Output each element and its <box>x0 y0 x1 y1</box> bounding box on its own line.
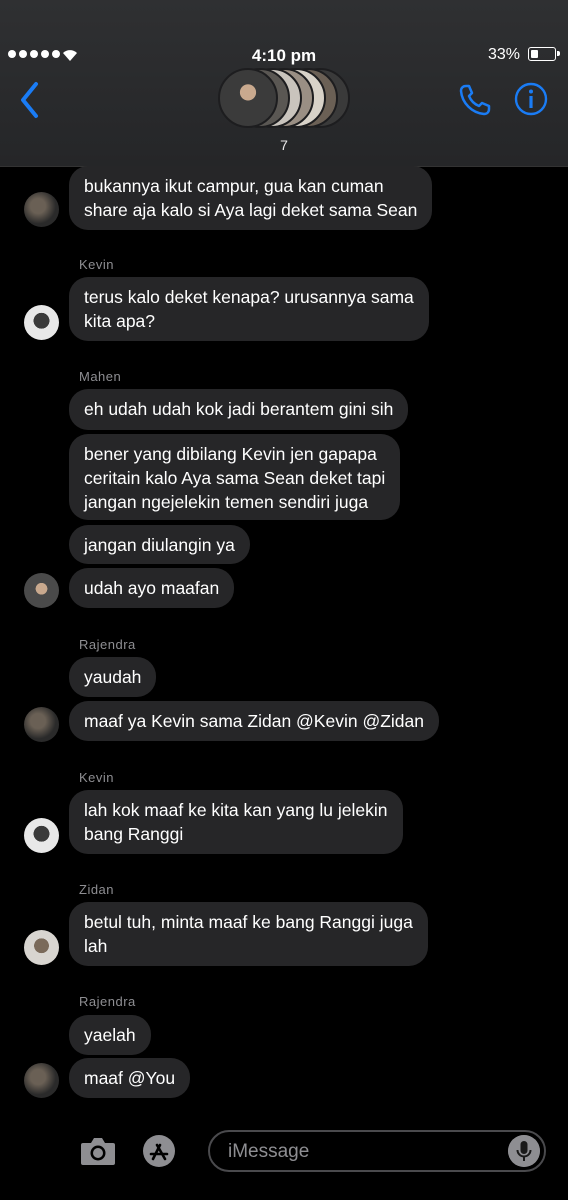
avatar <box>24 192 59 227</box>
back-chevron-icon[interactable] <box>18 80 42 120</box>
message-bubble[interactable]: bener yang dibilang Kevin jen gapapa ceri… <box>69 434 401 520</box>
message-text: eh udah udah kok jadi berantem gini sih <box>84 399 394 419</box>
message-bubble[interactable]: terus kalo deket kenapa? urusannya sama k… <box>69 277 429 341</box>
avatar <box>24 818 59 853</box>
message-text: lah kok maaf ke kita kan yang lu jelekin… <box>84 800 388 844</box>
message-text: jangan diulangin ya <box>84 535 235 555</box>
message-text: bener yang dibilang Kevin jen gapapa ceri… <box>84 444 386 512</box>
message-text: yaelah <box>84 1025 136 1045</box>
message-text: maaf @You <box>84 1068 176 1088</box>
avatar <box>24 573 59 608</box>
group-avatar-stack[interactable] <box>218 68 350 130</box>
imessage-placeholder: iMessage <box>228 1141 310 1162</box>
battery-percent: 33% <box>487 46 520 63</box>
message-bubble[interactable]: betul tuh, minta maaf ke bang Ranggi jug… <box>69 902 428 966</box>
battery-icon <box>528 47 560 61</box>
avatar <box>218 68 278 128</box>
phone-icon[interactable] <box>457 82 493 118</box>
message-bubble[interactable]: yaudah <box>69 657 157 697</box>
sender-name: Rajendra <box>79 994 136 1009</box>
info-icon[interactable] <box>514 82 548 116</box>
status-time: 4:10 pm <box>251 46 317 65</box>
message-text: terus kalo deket kenapa? urusannya sama k… <box>84 287 414 331</box>
imessage-input[interactable]: iMessage <box>208 1130 546 1172</box>
message-text: maaf ya Kevin sama Zidan @Kevin @Zidan <box>84 711 424 731</box>
sender-name: Kevin <box>79 770 115 785</box>
message-bubble[interactable]: maaf @You <box>69 1058 191 1098</box>
message-text: betul tuh, minta maaf ke bang Ranggi jug… <box>84 912 413 956</box>
avatar <box>24 930 59 965</box>
message-bubble[interactable]: udah ayo maafan <box>69 568 235 608</box>
message-bubble[interactable]: yaelah <box>69 1015 151 1055</box>
message-bubble[interactable]: eh udah udah kok jadi berantem gini sih <box>69 389 409 430</box>
message-text: udah ayo maafan <box>84 578 220 598</box>
avatar <box>24 305 59 340</box>
message-text: bukannya ikut campur, gua kan cuman share… <box>84 176 418 220</box>
sender-name: Zidan <box>79 882 115 897</box>
avatar <box>24 1063 59 1098</box>
conversation-header: 4:10 pm 33% 7 <box>0 0 568 167</box>
message-bubble[interactable]: bukannya ikut campur, gua kan cuman share… <box>69 166 433 230</box>
microphone-icon[interactable] <box>508 1135 540 1167</box>
avatar <box>24 707 59 742</box>
message-bubble[interactable]: maaf ya Kevin sama Zidan @Kevin @Zidan <box>69 701 439 741</box>
message-bubble[interactable]: jangan diulangin ya <box>69 525 250 564</box>
sender-name: Mahen <box>79 369 122 384</box>
sender-name: Rajendra <box>79 637 136 652</box>
sender-name: Kevin <box>79 257 115 272</box>
app-store-icon[interactable] <box>142 1134 176 1168</box>
message-bubble[interactable]: lah kok maaf ke kita kan yang lu jelekin… <box>69 790 403 854</box>
camera-icon[interactable] <box>79 1133 117 1169</box>
message-text: yaudah <box>84 667 142 687</box>
member-count[interactable]: 7 <box>0 137 568 153</box>
